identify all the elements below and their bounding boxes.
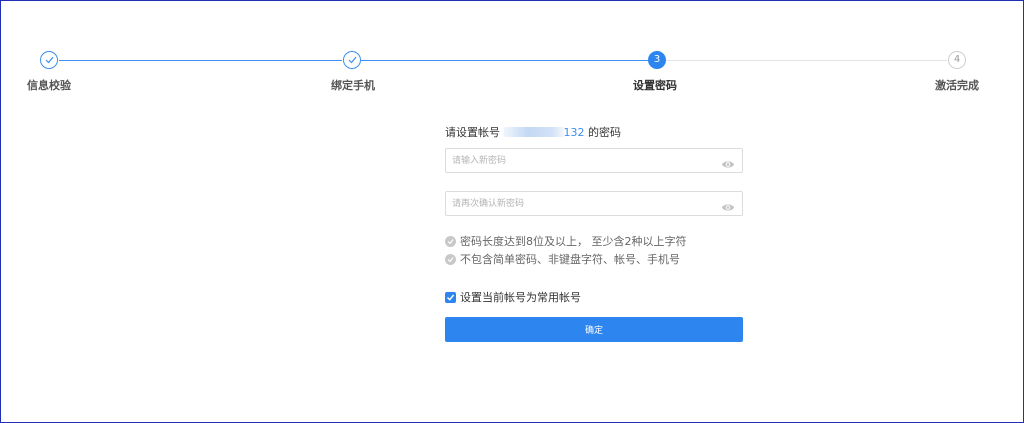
password-rule-length: 密码长度达到8位及以上， 至少含2种以上字符 [445, 233, 687, 249]
step-2-label: 绑定手机 [331, 79, 375, 92]
step-1-label: 信息校验 [27, 79, 71, 92]
new-password-input[interactable] [452, 152, 702, 169]
confirm-button[interactable]: 确定 [445, 317, 743, 342]
confirm-password-field[interactable] [445, 191, 743, 216]
rule-check-icon [445, 253, 456, 265]
form-title-prefix: 请设置帐号 [445, 126, 500, 139]
new-password-field[interactable] [445, 148, 743, 173]
password-rule-content: 不包含简单密码、非键盘字符、帐号、手机号 [445, 251, 680, 267]
eye-icon[interactable] [721, 155, 735, 168]
form-title-suffix: 的密码 [588, 126, 621, 139]
masked-account [503, 127, 564, 137]
step-4-label: 激活完成 [935, 79, 979, 92]
eye-icon[interactable] [721, 198, 735, 211]
step-connector-1 [59, 60, 342, 61]
step-4-number: 4 [948, 51, 966, 69]
account-tail: 132 [563, 126, 585, 139]
set-common-account-option[interactable]: 设置当前帐号为常用帐号 [445, 289, 581, 305]
step-1-check-icon [40, 51, 58, 69]
set-common-checkbox[interactable] [445, 291, 456, 303]
page-frame: 3 4 信息校验 绑定手机 设置密码 激活完成 请设置帐号 132 的密码 密码… [0, 0, 1024, 423]
rule-text: 不包含简单密码、非键盘字符、帐号、手机号 [460, 253, 680, 266]
step-3-number: 3 [648, 51, 666, 69]
confirm-password-input[interactable] [452, 195, 702, 212]
step-connector-2 [361, 60, 648, 61]
step-2-check-icon [343, 51, 361, 69]
rule-text: 密码长度达到8位及以上， 至少含2种以上字符 [460, 235, 687, 248]
step-3-label: 设置密码 [633, 79, 677, 92]
set-common-label: 设置当前帐号为常用帐号 [460, 291, 581, 304]
form-title: 请设置帐号 132 的密码 [445, 124, 621, 140]
step-connector-3 [666, 60, 947, 61]
rule-check-icon [445, 235, 456, 247]
